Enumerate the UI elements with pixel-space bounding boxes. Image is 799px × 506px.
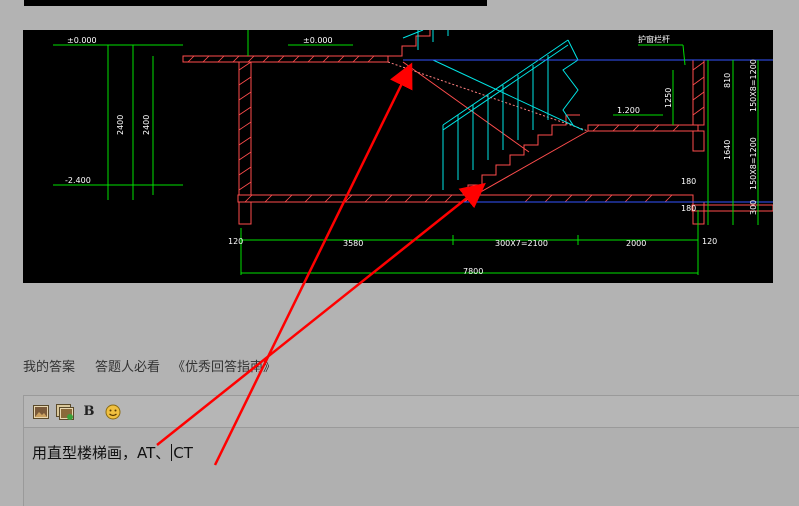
answer-guide-link[interactable]: 《优秀回答指南》 <box>172 356 276 375</box>
wall-right-mid <box>692 130 705 152</box>
editor-text-before-caret: 用直型楼梯画，AT、 <box>32 444 171 462</box>
label-dim-1640: 1640 <box>723 140 732 160</box>
label-elev-top-left: ±0.000 <box>67 36 97 45</box>
label-dim-810: 810 <box>723 73 732 88</box>
label-dim-2400b: 2400 <box>142 115 151 135</box>
gallery-icon[interactable] <box>56 403 74 421</box>
answer-nav: 我的答案 答题人必看 《优秀回答指南》 <box>23 356 276 375</box>
label-dim-7800: 7800 <box>463 267 483 276</box>
answer-editor: B 用直型楼梯画，AT、 CT <box>23 395 799 506</box>
label-elev-landing: 1.200 <box>617 106 640 115</box>
slab-top-left <box>182 55 389 63</box>
image-top-edge <box>24 0 487 6</box>
label-dim-3580: 3580 <box>343 239 363 248</box>
label-dim-steps: 300X7=2100 <box>495 239 548 248</box>
emoji-icon[interactable] <box>104 403 122 421</box>
label-dim-2400a: 2400 <box>116 115 125 135</box>
cad-drawing-svg: ±0.000 ±0.000 -2.400 护窗栏杆 1.200 3580 300… <box>53 30 773 276</box>
must-read-link[interactable]: 答题人必看 <box>95 356 160 375</box>
editor-toolbar: B <box>24 396 799 428</box>
label-dim-180a: 180 <box>681 177 696 186</box>
label-dim-120b: 120 <box>702 237 717 246</box>
label-dim-300: 300 <box>749 200 758 215</box>
label-dim-1350: 150X8=1200 <box>749 59 758 112</box>
my-answer-label: 我的答案 <box>23 360 76 375</box>
label-elev-top-mid: ±0.000 <box>303 36 333 45</box>
image-icon[interactable] <box>32 403 50 421</box>
editor-text-after-caret: CT <box>173 444 193 462</box>
label-dim-1500b: 150X8=1200 <box>749 137 758 190</box>
stair-upper-flight <box>387 30 431 62</box>
label-dim-2000: 2000 <box>626 239 646 248</box>
wall-right-upper <box>692 59 705 126</box>
label-railing: 护窗栏杆 <box>638 34 670 44</box>
label-elev-bottom-left: -2.400 <box>65 176 91 185</box>
editor-text-area[interactable]: 用直型楼梯画，AT、 CT <box>24 428 799 477</box>
slab-landing <box>587 124 699 132</box>
label-dim-180b: 180 <box>681 204 696 213</box>
label-dim-120a: 120 <box>228 237 243 246</box>
stair-lower-flight <box>467 114 580 195</box>
bold-button[interactable]: B <box>80 403 98 421</box>
label-dim-1250: 1250 <box>664 88 673 108</box>
cad-stair-drawing: ±0.000 ±0.000 -2.400 护窗栏杆 1.200 3580 300… <box>23 30 773 283</box>
